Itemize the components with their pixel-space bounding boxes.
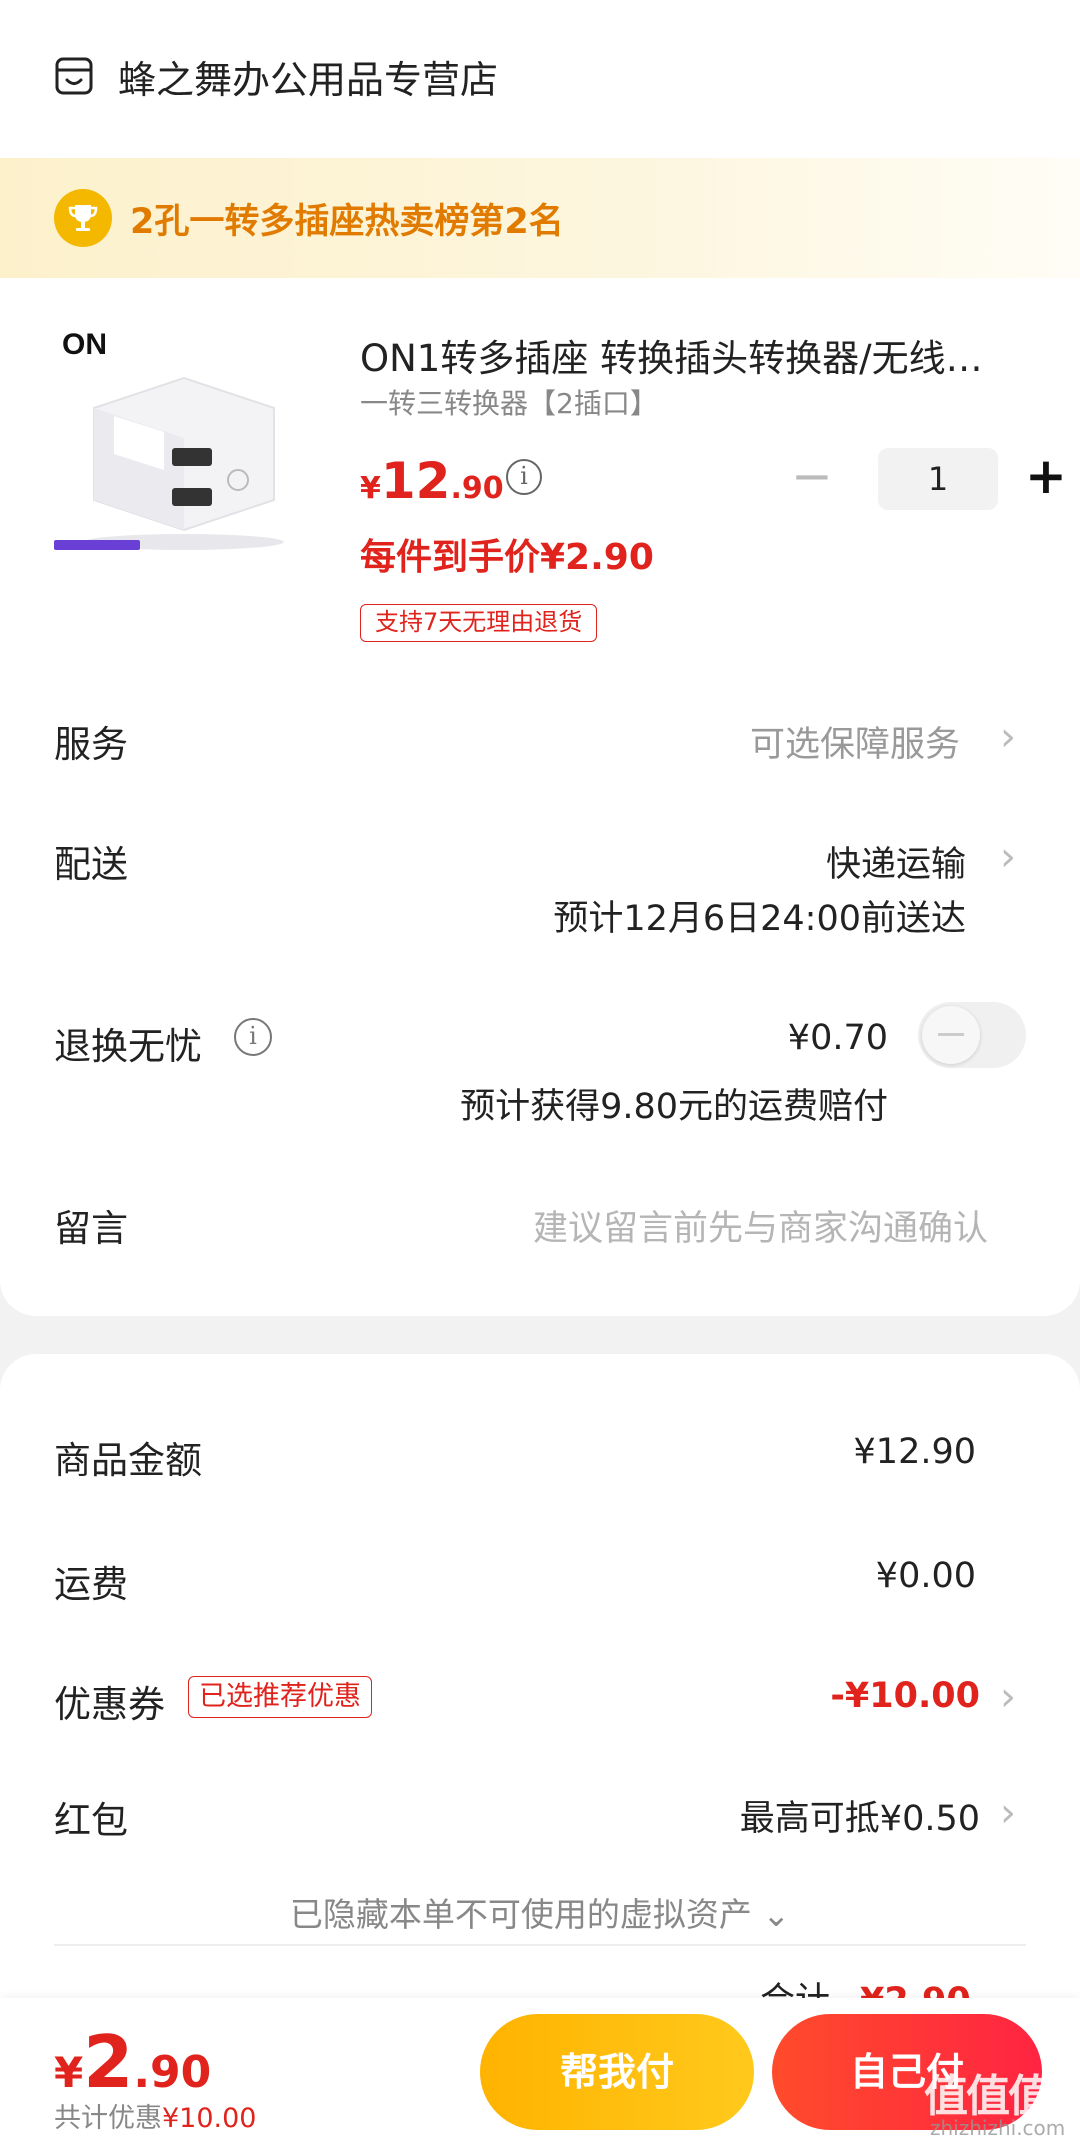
goods-amount-value: ¥12.90	[853, 1432, 976, 1472]
final-price: 每件到手价¥2.90	[360, 537, 654, 578]
store-icon	[55, 57, 93, 95]
product-sku[interactable]: 一转三转换器【2插口】	[360, 382, 658, 422]
decrease-button[interactable]: −	[786, 448, 838, 510]
coupon-label: 优惠券	[54, 1683, 165, 1726]
return-worry-info-icon[interactable]: i	[234, 1018, 272, 1056]
total-discount: 共计优惠¥10.00	[54, 2103, 257, 2134]
product-title[interactable]: ON1转多插座 转换插头转换器/无线…	[360, 328, 1020, 382]
coupon-chevron-icon[interactable]: ›	[1000, 1674, 1016, 1720]
toggle-knob	[922, 1006, 980, 1064]
rank-banner[interactable]: 2孔一转多插座热卖榜第2名	[0, 158, 1080, 278]
delivery-eta: 预计12月6日24:00前送达	[553, 899, 966, 939]
return-worry-label: 退换无忧	[54, 1025, 202, 1068]
shipping-label: 运费	[54, 1563, 128, 1606]
return-worry-price: ¥0.70	[787, 1018, 888, 1058]
redpacket-label: 红包	[54, 1799, 128, 1842]
redpacket-chevron-icon[interactable]: ›	[1000, 1790, 1016, 1836]
brand-logo: ON	[62, 328, 107, 361]
pay-total: ¥2.90	[54, 2020, 212, 2104]
coupon-tag: 已选推荐优惠	[188, 1676, 372, 1718]
product-price: ¥12.90	[360, 452, 504, 510]
hidden-assets-toggle[interactable]: 已隐藏本单不可使用的虚拟资产 ⌄	[0, 1888, 1080, 1936]
service-chevron-icon[interactable]: ›	[1000, 714, 1016, 760]
quantity-stepper: − 1 +	[786, 448, 1072, 510]
watermark-url: zhizhizhi.com	[930, 2116, 1066, 2140]
return-worry-toggle[interactable]	[918, 1002, 1026, 1068]
divider	[54, 1944, 1026, 1946]
service-value[interactable]: 可选保障服务	[750, 716, 960, 767]
service-label: 服务	[54, 723, 128, 766]
help-me-pay-button[interactable]: 帮我付	[480, 2014, 754, 2130]
delivery-chevron-icon[interactable]: ›	[1000, 834, 1016, 880]
quantity-input[interactable]: 1	[878, 448, 998, 510]
price-info-icon[interactable]: i	[506, 459, 542, 495]
delivery-method[interactable]: 快递运输	[826, 836, 966, 887]
product-image[interactable]: ON	[54, 320, 314, 560]
redpacket-value[interactable]: 最高可抵¥0.50	[740, 1790, 980, 1841]
message-input[interactable]: 建议留言前先与商家沟通确认	[533, 1200, 988, 1251]
store-name: 蜂之舞办公用品专营店	[118, 57, 499, 102]
rank-text: 2孔一转多插座热卖榜第2名	[130, 201, 564, 242]
return-policy-tag: 支持7天无理由退货	[360, 604, 598, 642]
increase-button[interactable]: +	[1020, 448, 1072, 510]
coupon-value[interactable]: -¥10.00	[830, 1676, 980, 1716]
delivery-label: 配送	[54, 843, 128, 886]
shipping-value: ¥0.00	[875, 1556, 976, 1596]
store-header[interactable]: 蜂之舞办公用品专营店	[54, 46, 498, 106]
message-label: 留言	[54, 1207, 128, 1250]
trophy-icon	[54, 189, 112, 247]
return-worry-note: 预计获得9.80元的运费赔付	[460, 1087, 888, 1127]
goods-amount-label: 商品金额	[54, 1439, 202, 1482]
watermark-logo: 值值值	[924, 2071, 1052, 2122]
